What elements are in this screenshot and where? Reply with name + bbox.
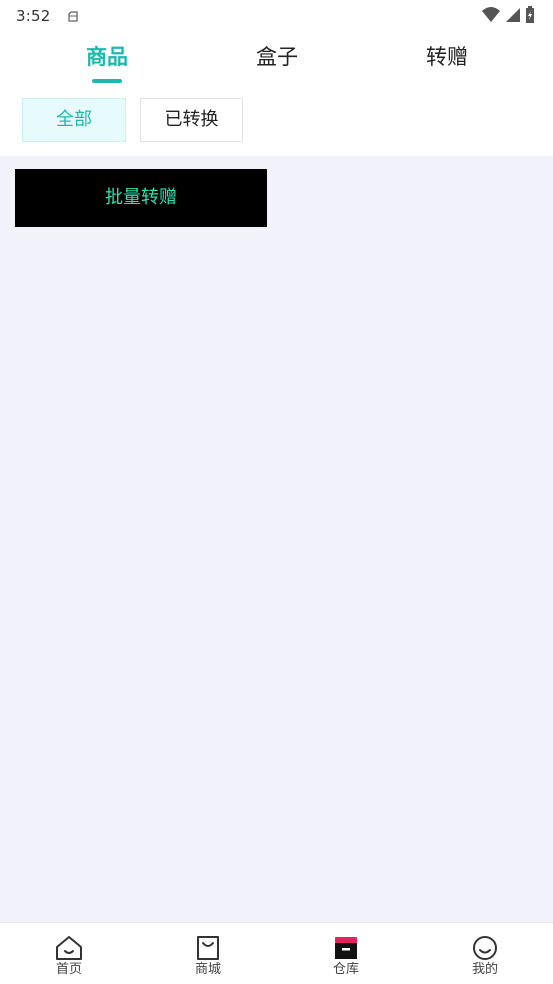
notification-app-icon: [66, 9, 80, 23]
nav-item-mine[interactable]: 我的: [445, 923, 525, 983]
nav-label-warehouse: 仓库: [332, 962, 359, 977]
nav-label-home: 首页: [55, 962, 82, 977]
tab-goods[interactable]: 商品: [47, 42, 167, 72]
nav-label-mall: 商城: [194, 962, 221, 977]
nav-item-mall[interactable]: 商城: [168, 923, 248, 983]
filter-all-button[interactable]: 全部: [22, 98, 126, 142]
batch-transfer-button[interactable]: 批量转赠: [15, 169, 267, 227]
top-tabs: 商品 盒子 转赠: [0, 32, 553, 88]
status-icons: [481, 6, 535, 28]
wifi-icon: [481, 6, 501, 28]
content-area: 批量转赠: [0, 156, 553, 922]
nav-item-home[interactable]: 首页: [29, 923, 109, 983]
status-bar: 3:52: [0, 0, 553, 32]
filter-converted-button[interactable]: 已转换: [140, 98, 243, 142]
header: 商品 盒子 转赠 全部 已转换: [0, 32, 553, 156]
nav-label-mine: 我的: [471, 962, 498, 977]
active-tab-indicator: [92, 79, 122, 83]
filter-row: 全部 已转换: [0, 98, 553, 142]
cellular-signal-icon: [505, 6, 521, 28]
status-time: 3:52: [16, 7, 51, 25]
tab-box[interactable]: 盒子: [217, 42, 337, 72]
screen: 3:52 商品 盒子 转赠 全部 已转换 批量转赠 首页 商城 仓库 我的: [0, 0, 553, 984]
tab-gift-transfer[interactable]: 转赠: [387, 42, 507, 72]
bottom-nav: 首页 商城 仓库 我的: [0, 922, 553, 984]
battery-icon: [525, 6, 535, 28]
nav-item-warehouse[interactable]: 仓库: [306, 923, 386, 983]
